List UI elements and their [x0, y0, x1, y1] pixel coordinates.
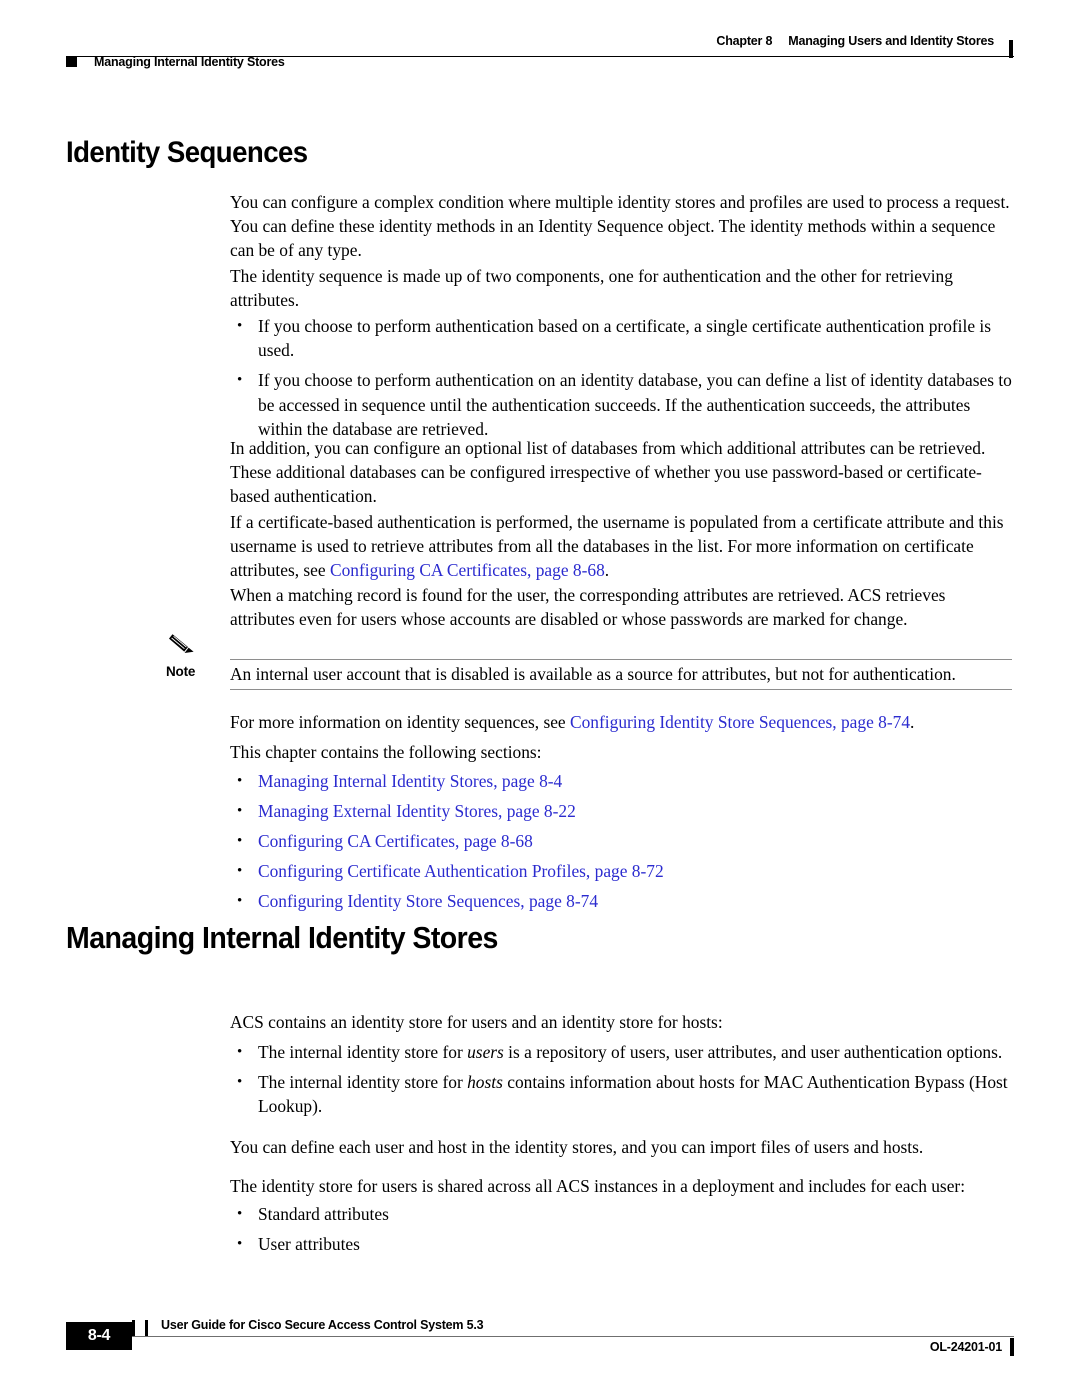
document-page: Chapter 8 Managing Users and Identity Sto… — [0, 0, 1080, 1397]
link-configuring-certificate-authentication-profiles[interactable]: Configuring Certificate Authentication P… — [258, 859, 1012, 883]
note-text: An internal user account that is disable… — [230, 664, 956, 684]
list-item-text: If you choose to perform authentication … — [258, 370, 1012, 439]
bullet-dot-icon: • — [237, 1206, 243, 1222]
bullet-list-identity-stores: • The internal identity store for users … — [237, 1040, 1012, 1119]
link-managing-internal-identity-stores[interactable]: Managing Internal Identity Stores, page … — [258, 769, 1012, 793]
list-item-text: Standard attributes — [258, 1204, 389, 1224]
paragraph-sections-intro: This chapter contains the following sect… — [230, 742, 542, 762]
bullet-list-user-attributes: • Standard attributes • User attributes — [237, 1202, 1012, 1262]
link-configuring-ca-certificates[interactable]: Configuring CA Certificates, page 8-68 — [330, 560, 605, 580]
note-callout: Note An internal user account that is di… — [166, 632, 1012, 698]
paragraph-identity-sequences-3: In addition, you can configure an option… — [230, 438, 986, 507]
link-configuring-ca-certificates-list[interactable]: Configuring CA Certificates, page 8-68 — [258, 829, 1012, 853]
page-header: Chapter 8 Managing Users and Identity Sto… — [66, 34, 1014, 80]
list-item-text: If you choose to perform authentication … — [258, 316, 992, 361]
list-item-text: User attributes — [258, 1234, 360, 1254]
footer-guide-title: User Guide for Cisco Secure Access Contr… — [161, 1318, 484, 1332]
bullet-dot-icon: • — [237, 803, 243, 819]
bullet-dot-icon: • — [237, 1044, 243, 1060]
paragraph-after-note: For more information on identity sequenc… — [230, 710, 1012, 734]
footer-document-id: OL-24201-01 — [929, 1340, 1002, 1354]
note-bottom-rule — [230, 689, 1012, 690]
list-item: • User attributes — [237, 1232, 1012, 1262]
link-managing-external-identity-stores[interactable]: Managing External Identity Stores, page … — [258, 799, 1012, 823]
paragraph-identity-sequences-4: If a certificate-based authentication is… — [230, 510, 1012, 583]
footer-tick-mark-left — [132, 1320, 135, 1336]
list-item: • Managing Internal Identity Stores, pag… — [237, 769, 1012, 799]
emphasis-users: users — [467, 1042, 504, 1062]
list-item: • Configuring Certificate Authentication… — [237, 859, 1012, 889]
list-item: • Configuring CA Certificates, page 8-68 — [237, 829, 1012, 859]
paragraph-identity-sequences-1: You can configure a complex condition wh… — [230, 192, 1010, 261]
header-square-bullet-icon — [66, 56, 77, 67]
page-number: 8-4 — [87, 1327, 111, 1344]
bullet-dot-icon: • — [237, 893, 243, 909]
bullet-dot-icon: • — [237, 318, 243, 334]
header-section-title: Managing Internal Identity Stores — [94, 55, 285, 69]
note-label: Note — [166, 664, 196, 679]
bullet-dot-icon: • — [237, 1074, 243, 1091]
bullet-dot-icon: • — [237, 1236, 243, 1252]
footer-tick-mark-right — [145, 1320, 148, 1336]
list-item: • The internal identity store for hosts … — [237, 1070, 1012, 1118]
footer-right-tick-mark — [1010, 1338, 1014, 1356]
list-item: • Standard attributes — [237, 1202, 1012, 1232]
paragraph-identity-sequences-5: When a matching record is found for the … — [230, 585, 946, 630]
paragraph-identity-sequences-2: The identity sequence is made up of two … — [230, 266, 953, 311]
list-item: • Managing External Identity Stores, pag… — [237, 799, 1012, 829]
page-footer: User Guide for Cisco Secure Access Contr… — [66, 1310, 1014, 1370]
list-item-text-part-b: is a repository of users, user attribute… — [503, 1042, 1003, 1062]
bullet-dot-icon: • — [237, 773, 243, 789]
header-chapter-label: Chapter 8 — [716, 34, 773, 48]
list-item: • Configuring Identity Store Sequences, … — [237, 889, 1012, 919]
header-chapter-title: Managing Users and Identity Stores — [788, 34, 994, 48]
heading-managing-internal-identity-stores: Managing Internal Identity Stores — [66, 920, 498, 955]
paragraph-text-after-link: . — [910, 712, 915, 732]
header-chapter-line: Chapter 8 Managing Users and Identity Sto… — [716, 34, 994, 48]
paragraph-managing-internal-1: ACS contains an identity store for users… — [230, 1012, 723, 1032]
emphasis-hosts: hosts — [467, 1072, 503, 1093]
list-item: • If you choose to perform authenticatio… — [237, 314, 1012, 362]
paragraph-text-after-link: . — [604, 560, 610, 581]
list-item: • If you choose to perform authenticatio… — [237, 368, 1012, 441]
note-top-rule — [230, 659, 1012, 660]
link-configuring-identity-store-sequences-list[interactable]: Configuring Identity Store Sequences, pa… — [258, 889, 1012, 913]
list-item-text-part-a: The internal identity store for — [258, 1042, 468, 1062]
footer-divider-rule — [131, 1336, 1014, 1337]
list-item-text: The internal identity store for hosts co… — [258, 1070, 1012, 1118]
bullet-list-identity-sequences: • If you choose to perform authenticatio… — [237, 314, 1012, 441]
bullet-dot-icon: • — [237, 372, 243, 389]
bullet-dot-icon: • — [237, 863, 243, 879]
heading-identity-sequences: Identity Sequences — [66, 136, 308, 169]
pencil-icon — [169, 632, 203, 660]
bullet-dot-icon: • — [237, 833, 243, 849]
link-configuring-identity-store-sequences[interactable]: Configuring Identity Store Sequences, pa… — [570, 712, 910, 732]
chapter-sections-link-list: • Managing Internal Identity Stores, pag… — [237, 769, 1012, 919]
list-item: • The internal identity store for users … — [237, 1040, 1012, 1064]
paragraph-managing-internal-2: You can define each user and host in the… — [230, 1137, 924, 1157]
paragraph-text-before-link: For more information on identity sequenc… — [230, 712, 571, 732]
paragraph-managing-internal-3: The identity store for users is shared a… — [230, 1176, 966, 1196]
list-item-text: The internal identity store for users is… — [258, 1040, 1012, 1064]
list-item-text-part-a: The internal identity store for — [258, 1072, 468, 1093]
